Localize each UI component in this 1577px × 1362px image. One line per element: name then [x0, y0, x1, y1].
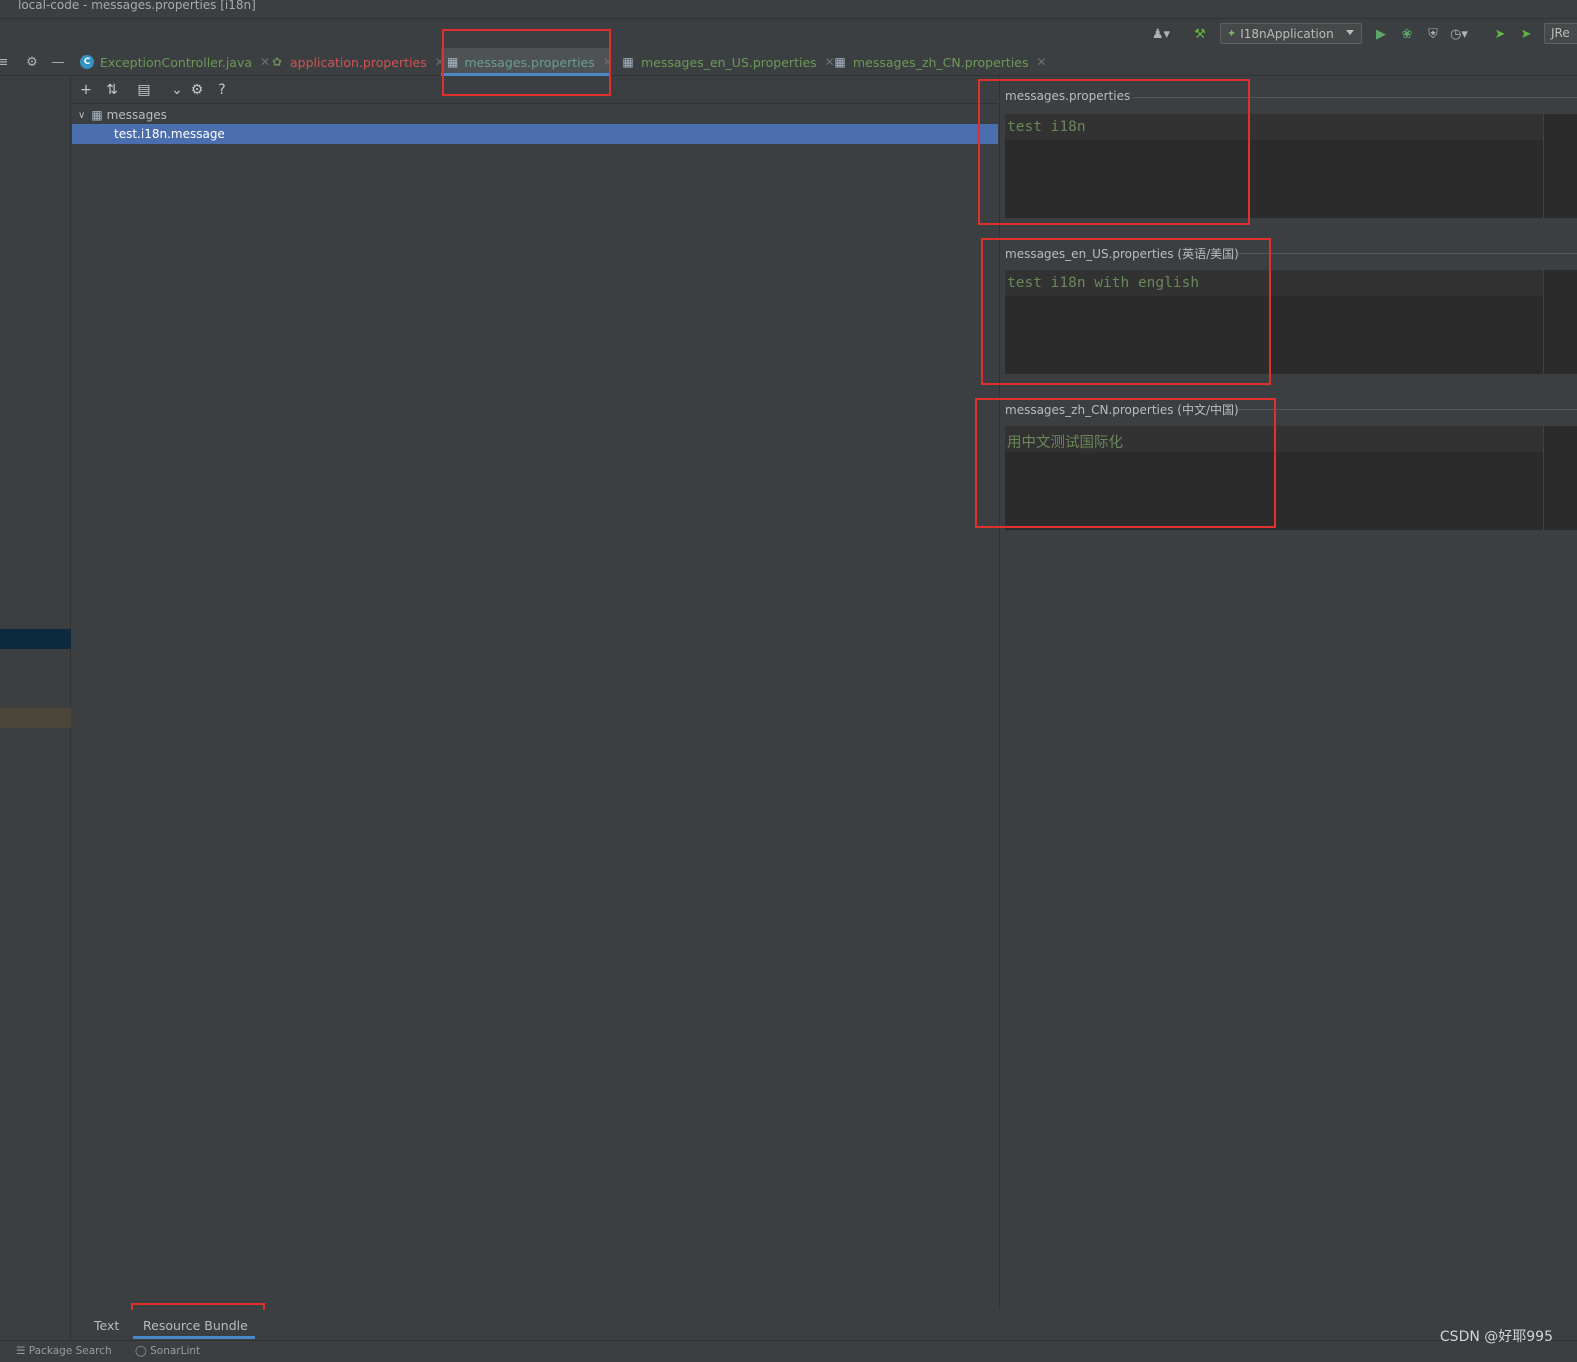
minimize-icon[interactable]: — [49, 53, 67, 71]
group-icon[interactable]: ▤ [135, 81, 153, 99]
tab-label: messages_zh_CN.properties [853, 54, 1029, 70]
update-running-icon[interactable]: ➤ [1517, 25, 1535, 43]
resource-bundle-icon: ▦ [834, 55, 846, 69]
chevron-down-icon[interactable]: ∨ [78, 110, 85, 121]
status-package-search[interactable]: ☰ Package Search [16, 1345, 112, 1357]
annotation-box [981, 238, 1271, 385]
tab-label: messages_en_US.properties [641, 54, 817, 70]
close-icon[interactable]: ✕ [1037, 55, 1047, 69]
editor-mode-tabs [72, 1310, 1577, 1340]
annotation-box [975, 398, 1276, 528]
tab-text[interactable]: Text [94, 1318, 119, 1333]
gutter-marker [0, 708, 71, 728]
tab-exception-controller[interactable]: C ExceptionController.java ✕ [74, 48, 270, 76]
resource-bundle-icon: ▦ [622, 55, 634, 69]
tab-application-properties[interactable]: ✿ application.properties ✕ [264, 48, 445, 76]
status-bar [0, 1340, 1577, 1362]
user-icon[interactable]: ♟▾ [1152, 25, 1170, 43]
window-title-bar: local-code - messages.properties [i18n] [0, 0, 1577, 19]
status-item-label: Package Search [28, 1345, 112, 1357]
resource-bundle-icon: ▦ [91, 108, 103, 122]
layers-icon: ☰ [16, 1345, 26, 1357]
resource-bundle-tree: ∨ ▦ messages test.i18n.message [72, 105, 998, 1300]
spring-boot-icon: ✦ [1227, 27, 1237, 40]
watermark: CSDN @好耶995 [1439, 1329, 1553, 1345]
run-config-label: I18nApplication [1240, 26, 1334, 41]
profile-icon[interactable]: ◷▾ [1450, 25, 1468, 43]
tree-node-selected-key[interactable]: test.i18n.message [72, 124, 998, 144]
right-margin-line [1543, 114, 1544, 218]
jre-selector[interactable]: JRe [1544, 23, 1577, 44]
sort-icon[interactable]: ⇅ [103, 81, 121, 99]
divider [1238, 253, 1577, 254]
run-config-selector[interactable]: ✦ I18nApplication [1220, 23, 1362, 44]
update-icon[interactable]: ➤ [1491, 25, 1509, 43]
settings-icon[interactable]: ⚙ [188, 81, 206, 99]
divider [1238, 409, 1577, 410]
hammer-icon[interactable]: ⚒ [1191, 25, 1209, 43]
tree-node-messages[interactable]: ∨ ▦ messages [72, 105, 998, 125]
gutter-marker [0, 629, 71, 649]
right-margin-line [1543, 270, 1544, 374]
sonarlint-icon: ◯ [135, 1345, 147, 1357]
expand-icon[interactable]: ⌄ [168, 81, 186, 99]
chevron-down-icon [1346, 30, 1354, 35]
status-item-label: SonarLint [150, 1345, 201, 1357]
right-margin-line [1543, 426, 1544, 530]
tab-label: ExceptionController.java [100, 54, 253, 70]
tab-messages-en-us[interactable]: ▦ messages_en_US.properties ✕ [615, 48, 834, 76]
status-sonarlint[interactable]: ◯ SonarLint [135, 1345, 200, 1357]
tab-resource-bundle[interactable]: Resource Bundle [143, 1318, 248, 1333]
annotation-box [442, 29, 611, 96]
collapse-icon[interactable]: ≡ [0, 53, 12, 71]
tab-messages-zh-cn[interactable]: ▦ messages_zh_CN.properties ✕ [827, 48, 1047, 76]
class-icon: C [80, 55, 94, 69]
run-icon[interactable]: ▶ [1372, 25, 1390, 43]
coverage-icon[interactable]: ⛨ [1424, 25, 1442, 43]
tab-label: application.properties [290, 54, 427, 70]
left-gutter-strip [0, 76, 71, 1340]
window-title: local-code - messages.properties [i18n] [18, 0, 256, 12]
annotation-box [978, 79, 1250, 225]
tree-node-label: messages [106, 108, 167, 122]
gear-icon[interactable]: ⚙ [23, 53, 41, 71]
spring-leaf-icon: ✿ [271, 55, 283, 69]
debug-icon[interactable]: ❀ [1398, 25, 1416, 43]
help-icon[interactable]: ? [213, 81, 231, 99]
add-icon[interactable]: + [77, 81, 95, 99]
active-tab-indicator [133, 1336, 255, 1339]
